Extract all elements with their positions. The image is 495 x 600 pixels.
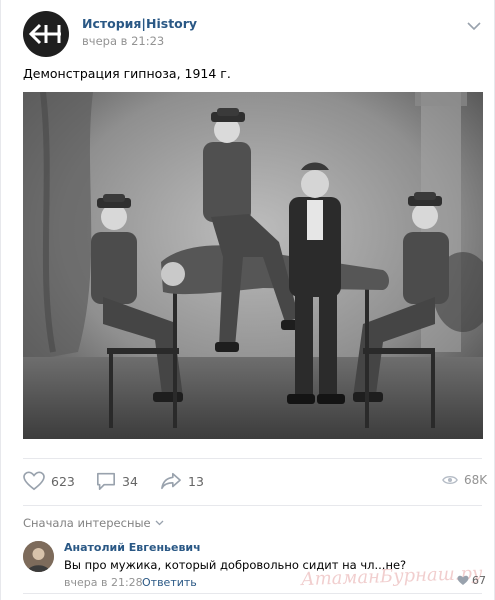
group-name[interactable]: История|History [82,16,197,31]
post-menu-button[interactable] [467,16,481,31]
back-arrow-h-logo-icon [29,23,61,45]
post-card: История|History вчера в 21:23 Демонстрац… [0,0,495,600]
comment-reply-button[interactable]: Ответить [142,576,197,589]
comment-count: 34 [122,473,138,489]
like-count: 623 [51,473,75,489]
group-avatar[interactable] [23,11,69,57]
views-counter: 68K [442,473,487,487]
chevron-down-icon [467,22,481,31]
share-button[interactable]: 13 [160,470,204,492]
heart-icon [457,575,469,585]
like-button[interactable]: 623 [23,470,75,492]
comments-sort-dropdown[interactable]: Сначала интересные [23,516,164,530]
comment-like-button[interactable]: 67 [457,574,486,587]
views-count: 68K [464,473,488,487]
comment-time[interactable]: вчера в 21:28 [64,576,143,589]
comments-divider-bottom [23,593,482,594]
actions-divider-top [23,458,482,459]
avatar-photo-image [23,541,54,572]
comment-button[interactable]: 34 [96,470,138,492]
comment-author-avatar[interactable] [23,541,54,572]
share-icon [161,472,181,490]
comment-like-count: 67 [472,574,486,587]
hypnosis-photo-image [23,92,483,439]
actions-divider-bottom [23,505,482,506]
share-count: 13 [188,473,204,489]
chevron-down-icon [155,520,164,526]
comment-author-name[interactable]: Анатолий Евгеньевич [64,541,201,554]
eye-icon [442,476,458,484]
post-text: Демонстрация гипноза, 1914 г. [23,66,231,81]
post-time[interactable]: вчера в 21:23 [82,34,164,48]
comments-sort-label: Сначала интересные [23,516,151,530]
heart-icon [23,471,45,491]
comment-icon [97,472,115,490]
post-photo[interactable] [23,92,483,439]
